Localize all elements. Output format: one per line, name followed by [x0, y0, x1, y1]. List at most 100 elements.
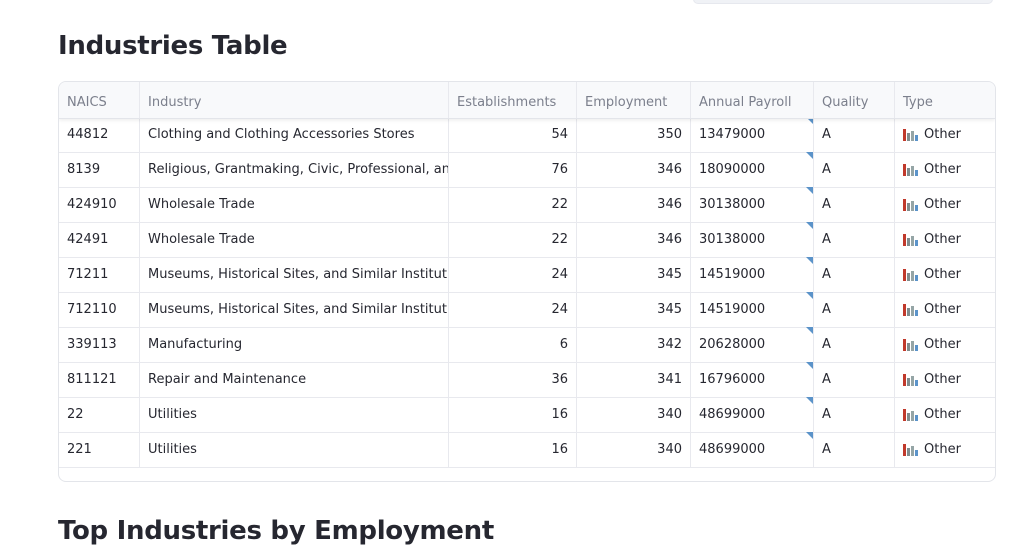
cell-industry[interactable]: Museums, Historical Sites, and Similar I…	[140, 257, 449, 292]
cell-establishments[interactable]: 16	[449, 432, 577, 467]
table-row[interactable]: 424910 Wholesale Trade 22 346 30138000 A Other	[59, 187, 995, 223]
cell-quality[interactable]: A	[814, 257, 895, 292]
factory-icon	[903, 198, 919, 211]
cell-industry[interactable]: Clothing and Clothing Accessories Stores	[140, 117, 449, 152]
cell-quality[interactable]: A	[814, 327, 895, 362]
cell-industry[interactable]: Utilities	[140, 397, 449, 432]
cell-industry[interactable]: Religious, Grantmaking, Civic, Professio…	[140, 152, 449, 187]
cell-establishments[interactable]: 16	[449, 397, 577, 432]
cell-naics[interactable]: 339113	[59, 327, 140, 362]
cell-industry[interactable]: Museums, Historical Sites, and Similar I…	[140, 292, 449, 327]
cell-industry[interactable]: Wholesale Trade	[140, 222, 449, 257]
cell-annual-payroll[interactable]: 30138000	[691, 187, 814, 222]
cell-establishments[interactable]: 76	[449, 152, 577, 187]
cell-note-marker-icon	[806, 257, 813, 264]
cell-employment[interactable]: 346	[577, 222, 691, 257]
table-row[interactable]: 44812 Clothing and Clothing Accessories S…	[59, 117, 995, 153]
cell-quality[interactable]: A	[814, 397, 895, 432]
factory-icon	[903, 338, 919, 351]
cell-annual-payroll[interactable]: 13479000	[691, 117, 814, 152]
cell-employment[interactable]: 345	[577, 257, 691, 292]
cell-annual-payroll[interactable]: 16796000	[691, 362, 814, 397]
cell-employment[interactable]: 345	[577, 292, 691, 327]
cell-note-marker-icon	[806, 222, 813, 229]
column-header-establishments[interactable]: Establishments	[449, 82, 577, 118]
cell-type[interactable]: Other	[895, 222, 995, 257]
type-label: Other	[924, 337, 961, 352]
cell-type[interactable]: Other	[895, 432, 995, 467]
cell-type[interactable]: Other	[895, 292, 995, 327]
table-row[interactable]: 712110 Museums, Historical Sites, and Sim…	[59, 292, 995, 328]
cell-annual-payroll[interactable]: 20628000	[691, 327, 814, 362]
cell-establishments[interactable]: 6	[449, 327, 577, 362]
cell-annual-payroll[interactable]: 30138000	[691, 222, 814, 257]
table-row[interactable]: 8139 Religious, Grantmaking, Civic, Profe…	[59, 152, 995, 188]
factory-icon	[903, 268, 919, 281]
cell-employment[interactable]: 340	[577, 397, 691, 432]
cell-type[interactable]: Other	[895, 152, 995, 187]
cell-quality[interactable]: A	[814, 222, 895, 257]
column-header-naics[interactable]: NAICS	[59, 82, 140, 118]
cell-establishments[interactable]: 36	[449, 362, 577, 397]
cell-establishments[interactable]: 54	[449, 117, 577, 152]
cell-industry[interactable]: Repair and Maintenance	[140, 362, 449, 397]
cell-industry[interactable]: Manufacturing	[140, 327, 449, 362]
type-label: Other	[924, 127, 961, 142]
table-row[interactable]: 811121 Repair and Maintenance 36 341 1679600…	[59, 362, 995, 398]
table-row[interactable]: 42491 Wholesale Trade 22 346 30138000 A Other	[59, 222, 995, 258]
cell-establishments[interactable]: 24	[449, 292, 577, 327]
page-title: Industries Table	[58, 31, 288, 61]
cell-annual-payroll[interactable]: 18090000	[691, 152, 814, 187]
cell-quality[interactable]: A	[814, 117, 895, 152]
cell-employment[interactable]: 340	[577, 432, 691, 467]
table-row[interactable]: 71211 Museums, Historical Sites, and Simi…	[59, 257, 995, 293]
table-row[interactable]: 221 Utilities 16 340 48699000 A Other	[59, 432, 995, 468]
cell-type[interactable]: Other	[895, 362, 995, 397]
cell-naics[interactable]: 424910	[59, 187, 140, 222]
cell-industry[interactable]: Wholesale Trade	[140, 187, 449, 222]
cell-naics[interactable]: 8139	[59, 152, 140, 187]
cell-annual-payroll[interactable]: 48699000	[691, 432, 814, 467]
column-header-quality[interactable]: Quality	[814, 82, 895, 118]
column-header-industry[interactable]: Industry	[140, 82, 449, 118]
cell-naics[interactable]: 811121	[59, 362, 140, 397]
table-row[interactable]: 22 Utilities 16 340 48699000 A Other	[59, 397, 995, 433]
column-header-annual-payroll[interactable]: Annual Payroll	[691, 82, 814, 118]
cell-employment[interactable]: 346	[577, 152, 691, 187]
cell-quality[interactable]: A	[814, 292, 895, 327]
cell-establishments[interactable]: 24	[449, 257, 577, 292]
industries-data-grid[interactable]: NAICS Industry Establishments Employment…	[58, 81, 996, 482]
cell-naics[interactable]: 712110	[59, 292, 140, 327]
cell-type[interactable]: Other	[895, 187, 995, 222]
cell-note-marker-icon	[806, 152, 813, 159]
cell-quality[interactable]: A	[814, 432, 895, 467]
cell-naics[interactable]: 71211	[59, 257, 140, 292]
cell-type[interactable]: Other	[895, 117, 995, 152]
cell-type[interactable]: Other	[895, 327, 995, 362]
cell-naics[interactable]: 44812	[59, 117, 140, 152]
cell-industry[interactable]: Utilities	[140, 432, 449, 467]
table-row[interactable]: 339113 Manufacturing 6 342 20628000 A Other	[59, 327, 995, 363]
factory-icon	[903, 303, 919, 316]
cell-quality[interactable]: A	[814, 187, 895, 222]
cell-employment[interactable]: 341	[577, 362, 691, 397]
cell-naics[interactable]: 221	[59, 432, 140, 467]
cell-naics[interactable]: 42491	[59, 222, 140, 257]
column-header-employment[interactable]: Employment	[577, 82, 691, 118]
column-header-type[interactable]: Type	[895, 82, 995, 118]
cell-establishments[interactable]: 22	[449, 222, 577, 257]
search-input[interactable]	[693, 0, 993, 4]
cell-employment[interactable]: 346	[577, 187, 691, 222]
type-label: Other	[924, 267, 961, 282]
cell-annual-payroll[interactable]: 48699000	[691, 397, 814, 432]
cell-naics[interactable]: 22	[59, 397, 140, 432]
cell-annual-payroll[interactable]: 14519000	[691, 257, 814, 292]
cell-annual-payroll[interactable]: 14519000	[691, 292, 814, 327]
cell-employment[interactable]: 342	[577, 327, 691, 362]
cell-type[interactable]: Other	[895, 257, 995, 292]
cell-type[interactable]: Other	[895, 397, 995, 432]
cell-quality[interactable]: A	[814, 152, 895, 187]
cell-quality[interactable]: A	[814, 362, 895, 397]
cell-employment[interactable]: 350	[577, 117, 691, 152]
cell-establishments[interactable]: 22	[449, 187, 577, 222]
